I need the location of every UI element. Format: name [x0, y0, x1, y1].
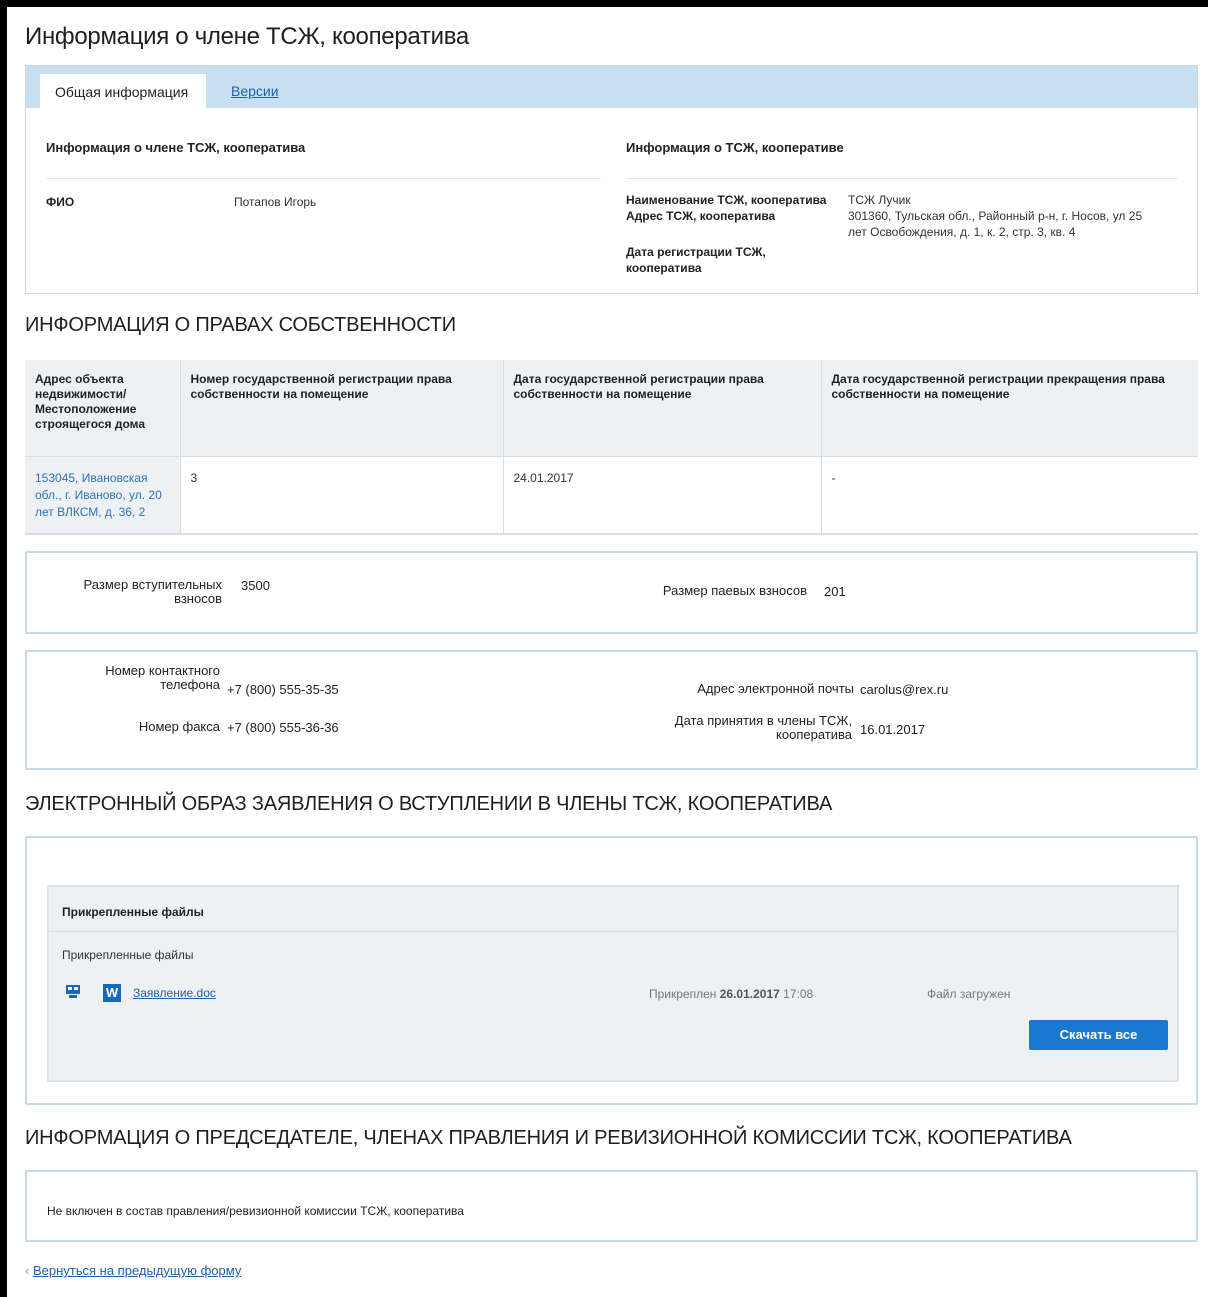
back-link-label: Вернуться на предыдущую форму: [32, 1263, 242, 1278]
file-link[interactable]: Заявление.doc: [133, 986, 216, 1000]
column-header: Адрес объекта недвижимости/ Местоположен…: [25, 360, 180, 456]
fio-label: ФИО: [46, 195, 75, 209]
info-panel: Информация о члене ТСЖ, кооператива ФИО …: [25, 108, 1198, 294]
fax-value: +7 (800) 555-36-36: [227, 720, 339, 735]
fees-box: Размер вступительных взносов 3500 Размер…: [25, 551, 1198, 634]
chevron-left-icon: ‹: [25, 1263, 30, 1278]
column-header: Номер государственной регистрации права …: [179, 360, 503, 456]
phone-label: Номер контактного телефона: [105, 663, 220, 692]
hoa-address-value: 301360, Тульская обл., Районный р-н, г. …: [848, 209, 1143, 239]
board-box: Не включен в состав правления/ревизионно…: [25, 1170, 1198, 1242]
board-status-text: Не включен в состав правления/ревизионно…: [47, 1204, 464, 1218]
reg-date-cell: 24.01.2017: [502, 455, 821, 535]
page-title: Информация о члене ТСЖ, кооператива: [25, 23, 469, 50]
column-header: Дата государственной регистрации прекращ…: [820, 360, 1198, 456]
ownership-heading: ИНФОРМАЦИЯ О ПРАВАХ СОБСТВЕННОСТИ: [25, 314, 456, 336]
board-heading: ИНФОРМАЦИЯ О ПРЕДСЕДАТЕЛЕ, ЧЛЕНАХ ПРАВЛЕ…: [25, 1127, 1072, 1149]
phone-value: +7 (800) 555-35-35: [227, 682, 339, 697]
entry-fee-label: Размер вступительных взносов: [83, 577, 222, 606]
member-info-heading: Информация о члене ТСЖ, кооператива: [46, 140, 306, 155]
divider: [626, 178, 1178, 179]
divider: [46, 178, 601, 179]
hoa-reg-date-label: Дата регистрации ТСЖ, кооператива: [626, 245, 766, 275]
address-link[interactable]: 153045, Ивановская обл., г. Иваново, ул.…: [35, 471, 162, 519]
ownership-table: Адрес объекта недвижимости/ Местоположен…: [25, 360, 1198, 535]
email-value: carolus@rex.ru: [860, 682, 949, 697]
tab-bar: Общая информация Версии: [25, 65, 1198, 110]
share-fee-label: Размер паевых взносов: [662, 583, 807, 598]
column-header: Дата государственной регистрации права с…: [502, 360, 821, 456]
attached-files-panel: Прикрепленные файлы Прикрепленные файлы …: [47, 885, 1179, 1082]
fax-label: Номер факса: [138, 719, 220, 734]
file-status: Файл загружен: [927, 987, 1011, 1001]
tab-versions[interactable]: Версии: [231, 83, 279, 99]
attached-files-subtitle: Прикрепленные файлы: [62, 948, 194, 962]
hoa-name-value: ТСЖ Лучик: [848, 193, 911, 207]
contacts-box: Номер контактного телефона +7 (800) 555-…: [25, 650, 1198, 770]
attached-files-title: Прикрепленные файлы: [49, 887, 1177, 932]
attached-info: Прикреплен 26.01.2017 17:08: [649, 987, 814, 1001]
fio-value: Потапов Игорь: [234, 195, 317, 209]
entry-fee-value: 3500: [241, 578, 270, 593]
hoa-info-heading: Информация о ТСЖ, кооперативе: [626, 140, 844, 155]
word-document-icon: W: [103, 984, 121, 1002]
table-row: 153045, Ивановская обл., г. Иваново, ул.…: [25, 455, 1198, 535]
application-heading: ЭЛЕКТРОННЫЙ ОБРАЗ ЗАЯВЛЕНИЯ О ВСТУПЛЕНИИ…: [25, 793, 833, 815]
email-label: Адрес электронной почты: [697, 681, 854, 696]
back-link[interactable]: ‹ Вернуться на предыдущую форму: [25, 1263, 241, 1278]
file-settings-icon[interactable]: [66, 985, 80, 998]
tab-general-info[interactable]: Общая информация: [40, 74, 206, 110]
address-cell: 153045, Ивановская обл., г. Иваново, ул.…: [25, 455, 180, 535]
join-date-label: Дата принятия в члены ТСЖ, кооператива: [674, 713, 852, 742]
hoa-name-label: Наименование ТСЖ, кооператива: [626, 193, 827, 207]
download-all-button[interactable]: Скачать все: [1029, 1020, 1168, 1050]
table-header-row: Адрес объекта недвижимости/ Местоположен…: [25, 360, 1198, 456]
join-date-value: 16.01.2017: [860, 722, 926, 737]
reg-number-cell: 3: [179, 455, 503, 535]
end-date-cell: -: [820, 455, 1198, 535]
hoa-address-label: Адрес ТСЖ, кооператива: [626, 209, 776, 223]
share-fee-value: 201: [824, 584, 846, 599]
